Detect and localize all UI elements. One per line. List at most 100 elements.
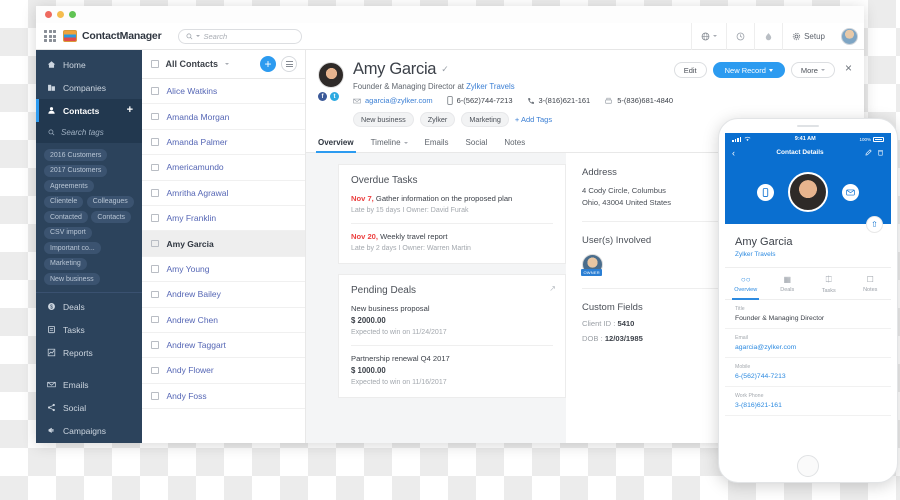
field-value[interactable]: 6-(562)744-7213: [735, 373, 881, 380]
row-checkbox[interactable]: [151, 392, 159, 400]
more-button[interactable]: More: [790, 62, 835, 78]
list-item[interactable]: Andrew Bailey: [142, 282, 305, 308]
list-item[interactable]: Americamundo: [142, 155, 305, 181]
tag-chip[interactable]: Colleagues: [86, 195, 134, 208]
tag-chip[interactable]: Contacted: [44, 211, 88, 223]
field-value[interactable]: 3-(816)621-161: [735, 402, 881, 409]
sidebar-item-companies[interactable]: Companies: [36, 76, 142, 99]
tag-chip[interactable]: Marketing: [44, 257, 87, 270]
home-button[interactable]: [797, 455, 819, 477]
task-item[interactable]: Nov 20, Weekly travel report Late by 2 d…: [351, 232, 553, 252]
search-scope-chevron-down-icon[interactable]: [196, 35, 201, 37]
pencil-icon[interactable]: [865, 149, 872, 156]
list-item[interactable]: Andy Flower: [142, 358, 305, 384]
avatar[interactable]: OWNER: [581, 253, 603, 276]
phone-call-button[interactable]: [757, 183, 774, 201]
phone-tab-tasks[interactable]: ⎅ Tasks: [808, 275, 850, 299]
contact-email[interactable]: agarcia@zylker.com: [365, 96, 433, 105]
sidebar-item-reports[interactable]: Reports: [36, 341, 142, 364]
user-avatar[interactable]: [841, 27, 858, 45]
row-checkbox[interactable]: [151, 87, 159, 95]
sidebar-item-tasks[interactable]: Tasks: [36, 318, 142, 341]
list-item[interactable]: Amy Young: [142, 257, 305, 283]
row-checkbox[interactable]: [151, 265, 159, 273]
tab-emails[interactable]: Emails: [425, 138, 449, 152]
tag-chip[interactable]: Agreements: [44, 180, 94, 192]
tag-chip[interactable]: Important co...: [44, 242, 101, 254]
trash-icon[interactable]: [877, 149, 884, 156]
clock-icon[interactable]: [726, 22, 754, 50]
new-record-button[interactable]: New Record: [712, 62, 785, 78]
select-all-checkbox[interactable]: [151, 60, 159, 68]
expand-icon[interactable]: ↗: [549, 284, 556, 293]
global-search-input[interactable]: Search: [178, 28, 303, 44]
tag-search-input[interactable]: Search tags: [36, 122, 142, 143]
list-options-button[interactable]: [281, 56, 297, 72]
drop-icon[interactable]: [754, 22, 782, 50]
create-contact-button[interactable]: +: [260, 56, 276, 72]
sidebar-item-social[interactable]: Social: [36, 396, 142, 419]
sidebar-item-deals[interactable]: $ Deals: [36, 295, 142, 318]
tag-chip[interactable]: 2016 Customers: [44, 149, 108, 161]
deal-item[interactable]: Partnership renewal Q4 2017 $ 1000.00 Ex…: [351, 354, 553, 386]
row-checkbox[interactable]: [151, 189, 159, 197]
row-checkbox[interactable]: [151, 163, 159, 172]
grid-apps-icon[interactable]: [44, 30, 56, 42]
list-item[interactable]: Andrew Chen: [142, 308, 305, 333]
phone-contact-company[interactable]: Zylker Travels: [735, 251, 881, 258]
row-checkbox[interactable]: [151, 341, 159, 349]
list-item[interactable]: Amritha Agrawal: [142, 181, 305, 206]
sidebar-item-contacts[interactable]: Contacts +: [36, 99, 142, 122]
row-checkbox[interactable]: [151, 239, 159, 248]
phone-message-button[interactable]: [842, 183, 859, 201]
phone-tab-deals[interactable]: ▦ Deals: [767, 275, 809, 299]
list-item-selected[interactable]: Amy Garcia: [142, 231, 305, 257]
add-contact-button[interactable]: +: [127, 105, 133, 116]
tag-chip[interactable]: Contacts: [91, 211, 132, 223]
globe-icon[interactable]: [691, 22, 726, 50]
list-item[interactable]: Amanda Morgan: [142, 104, 305, 130]
tab-overview[interactable]: Overview: [316, 138, 356, 154]
contact-tag[interactable]: Zylker: [419, 112, 456, 128]
row-checkbox[interactable]: [151, 315, 159, 324]
tag-chip[interactable]: Clientele: [44, 195, 84, 208]
sidebar-item-home[interactable]: Home: [36, 53, 142, 76]
list-item[interactable]: Amanda Palmer: [142, 130, 305, 156]
list-item[interactable]: Andrew Taggart: [142, 333, 305, 359]
field-value[interactable]: agarcia@zylker.com: [735, 344, 881, 351]
contact-tag[interactable]: New business: [353, 112, 414, 128]
phone-tab-overview[interactable]: ○○ Overview: [725, 275, 767, 300]
twitter-icon[interactable]: t: [330, 92, 339, 101]
task-item[interactable]: Nov 7, Gather information on the propose…: [351, 194, 553, 214]
list-item[interactable]: Alice Watkins: [142, 79, 305, 105]
contact-list-filter-label[interactable]: All Contacts: [166, 59, 219, 69]
deal-item[interactable]: New business proposal $ 2000.00 Expected…: [351, 304, 553, 336]
tab-timeline[interactable]: Timeline: [371, 138, 408, 152]
chevron-down-icon[interactable]: [225, 63, 230, 65]
row-checkbox[interactable]: [151, 112, 159, 121]
share-up-icon[interactable]: ⇧: [866, 216, 883, 233]
tag-chip[interactable]: 2017 Customers: [44, 164, 108, 177]
window-minimize-button[interactable]: [57, 11, 64, 18]
sidebar-item-campaigns[interactable]: Campaigns: [36, 419, 142, 442]
contact-company-link[interactable]: Zylker Travels: [466, 82, 515, 91]
tag-chip[interactable]: CSV import: [44, 226, 92, 239]
edit-button[interactable]: Edit: [673, 62, 707, 78]
sidebar-item-emails[interactable]: Emails: [36, 373, 142, 396]
tag-chip[interactable]: New business: [44, 273, 100, 285]
window-close-button[interactable]: [45, 11, 52, 18]
tab-social[interactable]: Social: [466, 138, 488, 152]
add-tags-button[interactable]: + Add Tags: [515, 115, 552, 124]
back-icon[interactable]: ‹: [732, 148, 735, 158]
row-checkbox[interactable]: [151, 138, 159, 146]
list-item[interactable]: Andy Foss: [142, 384, 305, 410]
contact-tag[interactable]: Marketing: [461, 112, 509, 128]
phone-tab-notes[interactable]: ☐ Notes: [850, 275, 892, 299]
close-icon[interactable]: ×: [845, 62, 852, 74]
window-maximize-button[interactable]: [69, 11, 76, 18]
row-checkbox[interactable]: [151, 290, 159, 299]
row-checkbox[interactable]: [151, 366, 159, 375]
facebook-icon[interactable]: f: [318, 92, 327, 101]
row-checkbox[interactable]: [151, 214, 159, 222]
list-item[interactable]: Amy Franklin: [142, 206, 305, 232]
